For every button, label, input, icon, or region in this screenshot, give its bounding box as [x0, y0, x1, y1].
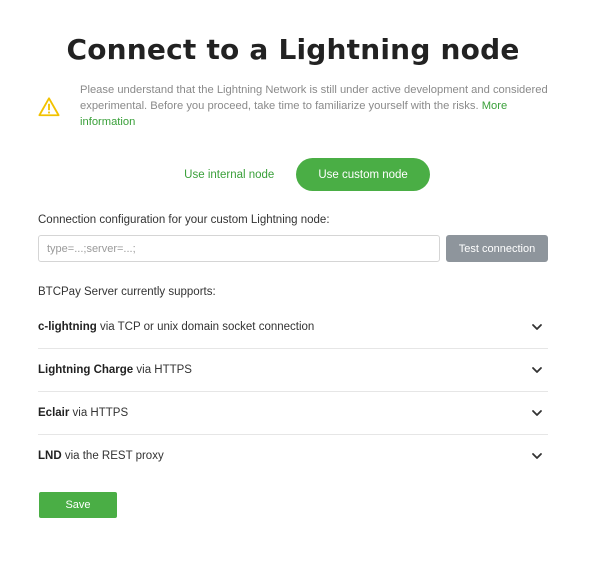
accordion-item-label: LND via the REST proxy	[38, 450, 164, 462]
warning-alert: Please understand that the Lightning Net…	[38, 82, 548, 130]
page-title: Connect to a Lightning node	[66, 33, 520, 66]
accordion-item-lightning-charge[interactable]: Lightning Charge via HTTPS	[38, 349, 548, 392]
implementation-name: Eclair	[38, 407, 70, 419]
supports-label: BTCPay Server currently supports:	[38, 286, 216, 298]
connection-string-input[interactable]	[38, 235, 440, 262]
accordion-item-lnd[interactable]: LND via the REST proxy	[38, 435, 548, 477]
accordion-item-label: Lightning Charge via HTTPS	[38, 364, 192, 376]
use-internal-node-button[interactable]: Use internal node	[166, 161, 292, 189]
implementation-name: c-lightning	[38, 321, 97, 333]
connection-config-label: Connection configuration for your custom…	[38, 214, 330, 226]
supported-implementations-list: c-lightning via TCP or unix domain socke…	[38, 306, 548, 477]
accordion-item-eclair[interactable]: Eclair via HTTPS	[38, 392, 548, 435]
node-type-toggle: Use internal node Use custom node	[0, 158, 596, 191]
accordion-item-c-lightning[interactable]: c-lightning via TCP or unix domain socke…	[38, 306, 548, 349]
implementation-description: via HTTPS	[136, 364, 192, 376]
implementation-description: via HTTPS	[72, 407, 129, 419]
chevron-down-icon[interactable]	[530, 363, 544, 377]
chevron-down-icon[interactable]	[530, 449, 544, 463]
warning-triangle-icon	[38, 97, 60, 117]
implementation-name: LND	[38, 450, 62, 462]
connection-config-row: Test connection	[38, 235, 548, 262]
save-button[interactable]: Save	[39, 492, 117, 518]
warning-message: Please understand that the Lightning Net…	[80, 84, 548, 112]
accordion-item-label: Eclair via HTTPS	[38, 407, 128, 419]
warning-text: Please understand that the Lightning Net…	[80, 82, 548, 130]
chevron-down-icon[interactable]	[530, 406, 544, 420]
accordion-item-label: c-lightning via TCP or unix domain socke…	[38, 321, 314, 333]
implementation-description: via TCP or unix domain socket connection	[99, 321, 315, 333]
implementation-description: via the REST proxy	[64, 450, 164, 462]
test-connection-button[interactable]: Test connection	[446, 235, 548, 262]
implementation-name: Lightning Charge	[38, 364, 134, 376]
chevron-down-icon[interactable]	[530, 320, 544, 334]
use-custom-node-button[interactable]: Use custom node	[296, 158, 430, 191]
